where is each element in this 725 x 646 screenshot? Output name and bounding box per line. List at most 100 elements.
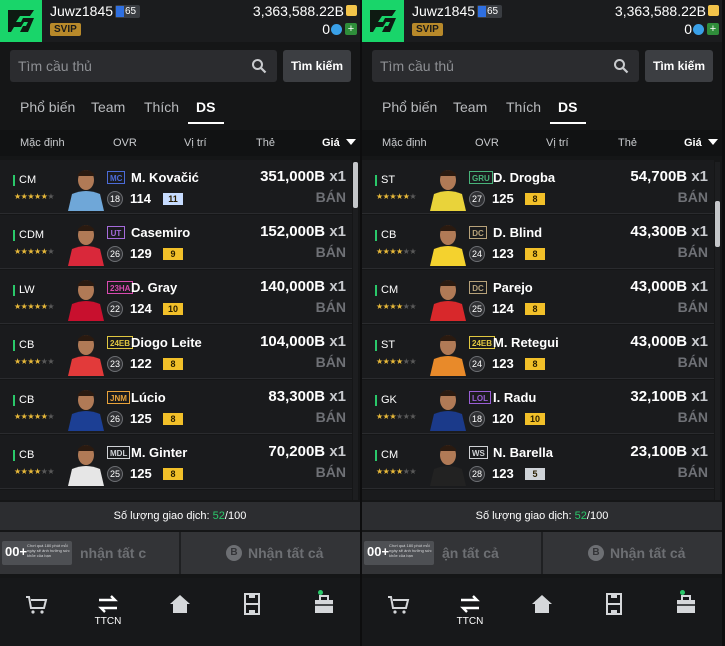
claim-all-button[interactable]: B Nhận tất cả: [181, 532, 360, 574]
search-input[interactable]: [380, 50, 605, 82]
sell-button[interactable]: BÁN: [678, 354, 708, 370]
sell-button[interactable]: BÁN: [678, 409, 708, 425]
sell-button[interactable]: BÁN: [316, 189, 346, 205]
price-value: 32,100B x1: [630, 388, 708, 405]
tab-2[interactable]: Thích: [144, 99, 179, 115]
nav-ttcn[interactable]: TTCN: [434, 578, 506, 646]
player-row[interactable]: ST ★★★★★★ GRU D. Drogba 27 125 8 54,700B…: [362, 160, 714, 214]
sort-desc-icon[interactable]: [708, 139, 718, 145]
fc-logo-icon[interactable]: [362, 0, 404, 42]
nav-home[interactable]: [506, 578, 578, 646]
player-row[interactable]: CM ★★★★★★ DC Parejo 25 124 8 43,000B x1 …: [362, 270, 714, 324]
sell-button[interactable]: BÁN: [678, 464, 708, 480]
tab-0[interactable]: Phổ biến: [382, 99, 437, 115]
player-row[interactable]: CB ★★★★★★ 24EB Diogo Leite 23 122 8 104,…: [0, 325, 352, 379]
column-header-row: Mặc định OVR Vị trí Thẻ Giá: [0, 130, 360, 156]
sell-button[interactable]: BÁN: [316, 354, 346, 370]
position-label: GK: [375, 395, 397, 406]
nav-bag[interactable]: [650, 578, 722, 646]
sort-desc-icon[interactable]: [346, 139, 356, 145]
add-points-button[interactable]: +: [707, 23, 719, 35]
sell-button[interactable]: BÁN: [678, 244, 708, 260]
tab-1[interactable]: Team: [91, 99, 125, 115]
player-row[interactable]: CM ★★★★★★ MC M. Kovačić 18 114 11 351,00…: [0, 160, 352, 214]
sell-button[interactable]: BÁN: [678, 189, 708, 205]
fc-logo-icon[interactable]: [0, 0, 42, 42]
scrollbar-thumb[interactable]: [715, 201, 720, 247]
tab-2[interactable]: Thích: [506, 99, 541, 115]
player-row[interactable]: LW ★★★★★★ 23HA D. Gray 22 124 10 140,000…: [0, 270, 352, 324]
price-amount: 152,000B: [260, 223, 326, 240]
add-points-button[interactable]: +: [345, 23, 357, 35]
nav-shop[interactable]: [0, 578, 72, 646]
quantity: x1: [329, 278, 346, 295]
player-row[interactable]: GK ★★★★★★ LOL I. Radu 18 120 10 32,100B …: [362, 380, 714, 434]
market-panel-left: Juwz1845 65 SVIP 3,363,588.22B 0 + Tìm k…: [0, 0, 360, 646]
nav-squad[interactable]: [216, 578, 288, 646]
player-photo: [428, 276, 468, 321]
search-icon[interactable]: [613, 58, 629, 74]
sell-button[interactable]: BÁN: [316, 464, 346, 480]
nav-home[interactable]: [144, 578, 216, 646]
scrollbar-thumb[interactable]: [353, 162, 358, 208]
tab-1[interactable]: Team: [453, 99, 487, 115]
column-header-3[interactable]: Thẻ: [256, 137, 275, 149]
sell-button[interactable]: BÁN: [678, 299, 708, 315]
position-label: CB: [375, 230, 396, 241]
vip-badge[interactable]: SVIP: [412, 23, 443, 36]
sell-button[interactable]: BÁN: [316, 299, 346, 315]
search-input[interactable]: [18, 50, 243, 82]
nav-shop[interactable]: [362, 578, 434, 646]
playtime-warning-text: Chơi quá 180 phút mỗi ngày sẽ ảnh hưởng …: [389, 543, 432, 558]
ovr-value: 129: [130, 246, 152, 261]
price-value: 43,000B x1: [630, 333, 708, 350]
enhance-grade-badge: 11: [163, 193, 183, 205]
tab-3[interactable]: DS: [196, 99, 215, 115]
tab-3[interactable]: DS: [558, 99, 577, 115]
playtime-warning: 00+ Chơi quá 180 phút mỗi ngày sẽ ảnh hư…: [2, 541, 72, 565]
column-header-0[interactable]: Mặc định: [382, 137, 427, 149]
search-icon[interactable]: [251, 58, 267, 74]
price-value: 70,200B x1: [268, 443, 346, 460]
player-photo: [66, 276, 106, 321]
search-button[interactable]: Tìm kiếm: [283, 50, 351, 82]
column-header-3[interactable]: Thẻ: [618, 137, 637, 149]
player-row[interactable]: CB ★★★★★★ DC D. Blind 24 123 8 43,300B x…: [362, 215, 714, 269]
player-row[interactable]: ST ★★★★★★ 24EB M. Retegui 24 123 8 43,00…: [362, 325, 714, 379]
scrollbar-track[interactable]: [353, 162, 358, 500]
claim-all-button[interactable]: B Nhận tất cả: [543, 532, 722, 574]
column-header-4[interactable]: Giá: [684, 137, 702, 149]
player-row[interactable]: 21,700B: [362, 490, 714, 500]
nav-bag[interactable]: [288, 578, 360, 646]
player-row[interactable]: CB ★★★★★★ JNM Lúcio 26 125 8 83,300B x1 …: [0, 380, 352, 434]
player-row[interactable]: CB ★★★★★★ MDL M. Ginter 25 125 8 70,200B…: [0, 435, 352, 489]
column-header-2[interactable]: Vị trí: [184, 137, 207, 149]
column-header-row: Mặc định OVR Vị trí Thẻ Giá: [362, 130, 722, 156]
price-amount: 140,000B: [260, 278, 326, 295]
season-badge-icon: JNM: [107, 391, 130, 404]
price-value: 83,300B x1: [268, 388, 346, 405]
nav-ttcn[interactable]: TTCN: [72, 578, 144, 646]
sell-button[interactable]: BÁN: [316, 244, 346, 260]
price-amount: 83,300B: [268, 388, 326, 405]
player-row[interactable]: 54,700B: [0, 490, 352, 500]
player-row[interactable]: CDM ★★★★★★ UT Casemiro 26 129 9 152,000B…: [0, 215, 352, 269]
upgrade-level-badge: 23: [107, 356, 123, 372]
search-box: [10, 50, 277, 82]
column-header-0[interactable]: Mặc định: [20, 137, 65, 149]
price-amount: 21,700B: [651, 498, 708, 500]
column-header-4[interactable]: Giá: [322, 137, 340, 149]
season-badge-icon: WS: [469, 446, 488, 459]
season-badge-icon: LOL: [469, 391, 491, 404]
column-header-1[interactable]: OVR: [113, 137, 137, 149]
sell-button[interactable]: BÁN: [316, 409, 346, 425]
column-header-2[interactable]: Vị trí: [546, 137, 569, 149]
player-row[interactable]: CM ★★★★★★ WS N. Barella 28 123 5 23,100B…: [362, 435, 714, 489]
search-button[interactable]: Tìm kiếm: [645, 50, 713, 82]
market-panel-right: Juwz1845 65 SVIP 3,363,588.22B 0 + Tìm k…: [362, 0, 722, 646]
vip-badge[interactable]: SVIP: [50, 23, 81, 36]
price-value: 43,000B x1: [630, 278, 708, 295]
nav-squad[interactable]: [578, 578, 650, 646]
tab-0[interactable]: Phổ biến: [20, 99, 75, 115]
column-header-1[interactable]: OVR: [475, 137, 499, 149]
